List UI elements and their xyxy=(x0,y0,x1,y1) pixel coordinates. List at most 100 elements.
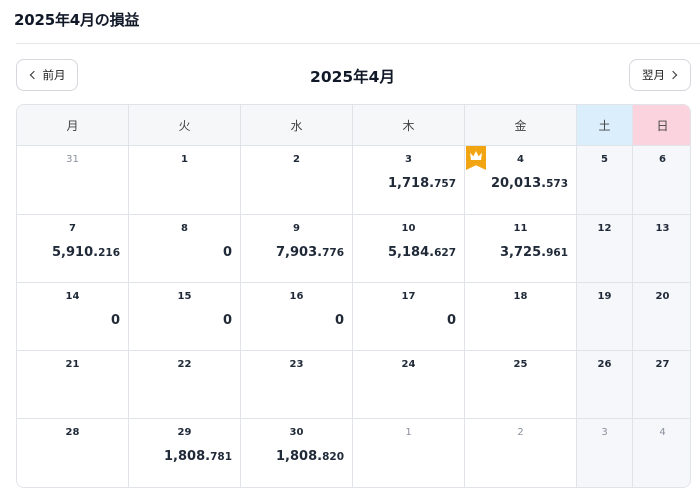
calendar-day-cell[interactable]: 2 xyxy=(241,146,353,215)
day-number: 31 xyxy=(66,154,79,165)
calendar-day-cell[interactable]: 19 xyxy=(577,283,633,351)
calendar-day-cell[interactable]: 18 xyxy=(465,283,577,351)
weekday-header-mon: 月 xyxy=(17,105,129,146)
calendar-grid: 月火水木金土日 31 1 2 3 1,718.757 4 20,013.573 5 6 7 5,910… xyxy=(16,104,691,488)
calendar-day-cell[interactable]: 6 xyxy=(633,146,690,215)
day-number: 2 xyxy=(293,154,300,165)
day-number: 3 xyxy=(405,154,412,165)
calendar-day-cell[interactable]: 11 3,725.961 xyxy=(465,215,577,283)
day-number: 2 xyxy=(517,427,524,438)
day-number: 1 xyxy=(405,427,412,438)
pnl-integer-part: 5,910. xyxy=(52,245,99,260)
daily-pnl-value: 20,013.573 xyxy=(491,176,568,191)
calendar-day-cell[interactable]: 30 1,808.820 xyxy=(241,419,353,487)
day-number: 24 xyxy=(401,359,416,370)
calendar-day-cell[interactable]: 27 xyxy=(633,351,690,419)
calendar-day-cell[interactable]: 25 xyxy=(465,351,577,419)
calendar-day-cell[interactable]: 24 xyxy=(353,351,465,419)
weekday-header-sun: 日 xyxy=(633,105,690,146)
calendar-day-cell[interactable]: 13 xyxy=(633,215,690,283)
pnl-integer-part: 0 xyxy=(222,245,232,260)
calendar-day-cell[interactable]: 16 0 xyxy=(241,283,353,351)
pnl-decimal-part: 820 xyxy=(322,451,344,463)
next-month-button[interactable]: 翌月 xyxy=(629,59,691,91)
calendar-day-cell[interactable]: 4 xyxy=(633,419,690,487)
day-number: 11 xyxy=(513,223,528,234)
pnl-integer-part: 5,184. xyxy=(388,245,435,260)
prev-month-button[interactable]: 前月 xyxy=(16,59,78,91)
daily-pnl-value: 0 xyxy=(447,313,456,328)
calendar-day-cell[interactable]: 9 7,903.776 xyxy=(241,215,353,283)
calendar-day-cell[interactable]: 31 xyxy=(17,146,129,215)
daily-pnl-value: 5,184.627 xyxy=(388,245,456,260)
day-number: 21 xyxy=(65,359,80,370)
daily-pnl-value: 1,808.781 xyxy=(164,449,232,464)
pnl-integer-part: 20,013. xyxy=(490,176,547,191)
weekday-header-wed: 水 xyxy=(241,105,353,146)
calendar-day-cell[interactable]: 1 xyxy=(129,146,241,215)
day-number: 9 xyxy=(293,223,300,234)
pnl-integer-part: 3,725. xyxy=(500,245,547,260)
pnl-integer-part: 1,718. xyxy=(388,176,435,191)
day-number: 19 xyxy=(597,291,612,302)
day-number: 15 xyxy=(177,291,192,302)
weekday-header-fri: 金 xyxy=(465,105,577,146)
day-number: 22 xyxy=(177,359,192,370)
calendar-day-cell[interactable]: 17 0 xyxy=(353,283,465,351)
daily-pnl-value: 1,808.820 xyxy=(276,449,344,464)
day-number: 20 xyxy=(655,291,670,302)
calendar-day-cell[interactable]: 14 0 xyxy=(17,283,129,351)
title-divider xyxy=(16,43,700,44)
calendar-day-cell[interactable]: 20 xyxy=(633,283,690,351)
calendar-day-cell[interactable]: 28 xyxy=(17,419,129,487)
day-number: 7 xyxy=(69,223,76,234)
calendar-day-cell[interactable]: 3 1,718.757 xyxy=(353,146,465,215)
calendar-day-cell[interactable]: 4 20,013.573 xyxy=(465,146,577,215)
calendar-day-cell[interactable]: 10 5,184.627 xyxy=(353,215,465,283)
calendar-day-cell[interactable]: 5 xyxy=(577,146,633,215)
day-number: 8 xyxy=(181,223,188,234)
day-number: 25 xyxy=(513,359,528,370)
calendar-day-cell[interactable]: 80 xyxy=(129,215,241,283)
pnl-integer-part: 1,808. xyxy=(276,449,323,464)
calendar-day-cell[interactable]: 26 xyxy=(577,351,633,419)
day-number: 16 xyxy=(289,291,304,302)
pnl-integer-part: 0 xyxy=(446,313,456,328)
calendar-day-cell[interactable]: 2 xyxy=(465,419,577,487)
calendar-day-cell[interactable]: 22 xyxy=(129,351,241,419)
pnl-decimal-part: 961 xyxy=(546,247,568,259)
day-number: 27 xyxy=(655,359,670,370)
pnl-decimal-part: 776 xyxy=(322,247,344,259)
calendar-day-cell[interactable]: 29 1,808.781 xyxy=(129,419,241,487)
pnl-integer-part: 0 xyxy=(222,313,232,328)
daily-pnl-value: 3,725.961 xyxy=(500,245,568,260)
calendar-day-cell[interactable]: 21 xyxy=(17,351,129,419)
daily-pnl-value: 0 xyxy=(111,313,120,328)
calendar-day-cell[interactable]: 15 0 xyxy=(129,283,241,351)
pnl-decimal-part: 216 xyxy=(98,247,120,259)
pnl-integer-part: 0 xyxy=(334,313,344,328)
pnl-integer-part: 7,903. xyxy=(276,245,323,260)
day-number: 26 xyxy=(597,359,612,370)
chevron-left-icon xyxy=(29,70,38,80)
day-number: 10 xyxy=(401,223,416,234)
day-number: 28 xyxy=(65,427,80,438)
day-number: 18 xyxy=(513,291,528,302)
pnl-decimal-part: 757 xyxy=(434,178,456,190)
prev-month-label: 前月 xyxy=(42,68,66,82)
day-number: 23 xyxy=(289,359,304,370)
day-number: 6 xyxy=(659,154,666,165)
calendar-day-cell[interactable]: 12 xyxy=(577,215,633,283)
day-number: 4 xyxy=(517,154,524,165)
pnl-integer-part: 1,808. xyxy=(164,449,211,464)
calendar-day-cell[interactable]: 3 xyxy=(577,419,633,487)
calendar-day-cell[interactable]: 7 5,910.216 xyxy=(17,215,129,283)
calendar-day-cell[interactable]: 23 xyxy=(241,351,353,419)
weekday-header-thu: 木 xyxy=(353,105,465,146)
day-number: 5 xyxy=(601,154,608,165)
day-number: 12 xyxy=(597,223,612,234)
calendar-day-cell[interactable]: 1 xyxy=(353,419,465,487)
daily-pnl-value: 1,718.757 xyxy=(388,176,456,191)
chevron-right-icon xyxy=(668,70,678,80)
day-number: 13 xyxy=(655,223,670,234)
